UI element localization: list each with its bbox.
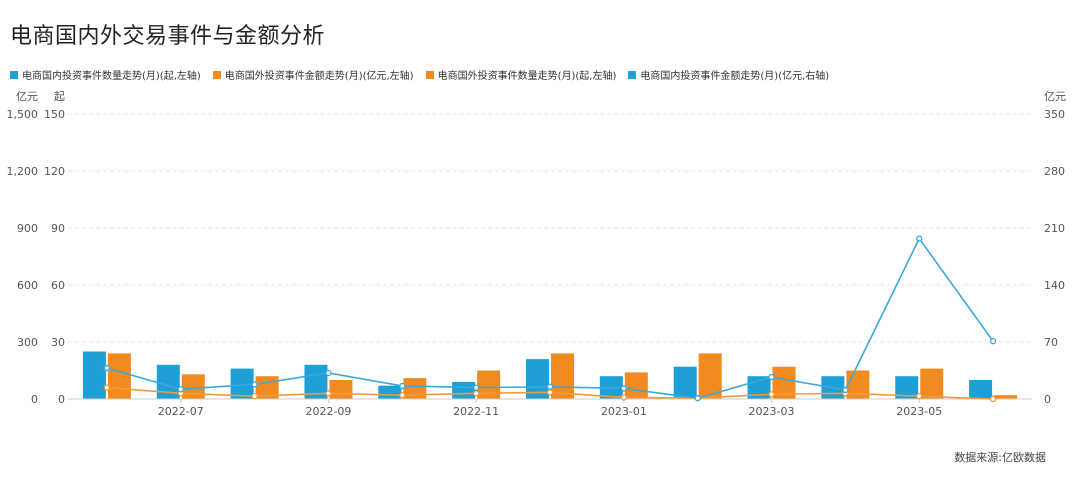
bar-foreign-count: [181, 374, 205, 399]
domestic-amount-point: [842, 386, 849, 394]
x-tick-label: 2023-03: [749, 405, 795, 418]
left-inner-tick-label: 150: [44, 108, 65, 121]
domestic-amount-point: [325, 369, 332, 377]
right-axis-unit: 亿元: [1044, 90, 1066, 103]
x-tick-label: 2022-11: [453, 405, 499, 418]
left-outer-tick-label: 1,500: [7, 108, 39, 121]
domestic-amount-point: [989, 338, 997, 345]
domestic-amount-point: [694, 395, 701, 402]
left-outer-tick-label: 600: [17, 279, 38, 292]
bar-domestic-count: [82, 351, 106, 399]
domestic-amount-point: [177, 386, 184, 393]
bar-foreign-count: [994, 395, 1018, 399]
domestic-amount-point: [916, 235, 923, 242]
right-tick-label: 140: [1044, 279, 1065, 292]
left-inner-tick-label: 60: [51, 279, 65, 292]
foreign-amount-point: [473, 390, 480, 397]
domestic-amount-point: [768, 373, 775, 381]
bar-foreign-count: [920, 368, 944, 399]
domestic-amount-point: [399, 382, 406, 390]
x-tick-label: 2023-01: [601, 405, 647, 418]
left-inner-tick-label: 90: [51, 222, 65, 235]
data-source-note: 数据来源:亿欧数据: [954, 451, 1046, 464]
x-tick-label: 2022-09: [305, 405, 351, 418]
left-inner-tick-label: 30: [51, 336, 65, 349]
right-tick-label: 350: [1044, 108, 1065, 121]
bar-domestic-count: [452, 381, 476, 399]
left-inner-tick-label: 120: [44, 165, 65, 178]
x-tick-label: 2022-07: [158, 405, 204, 418]
domestic-amount-point: [473, 384, 480, 391]
x-tick-label: 2023-05: [896, 405, 942, 418]
chart-canvas: 1,500 150 350 1,200 120 280 900 90 210 600 60 140 30…: [7, 90, 1067, 418]
left-outer-tick-label: 1,200: [7, 165, 39, 178]
left-inner-axis-unit: 起: [54, 90, 65, 103]
bar-foreign-count: [477, 370, 501, 399]
foreign-amount-point: [768, 391, 775, 398]
bar-domestic-count: [969, 380, 993, 399]
foreign-amount-point: [325, 390, 332, 397]
foreign-amount-point: [399, 392, 406, 399]
foreign-amount-point: [103, 384, 111, 391]
left-inner-tick-label: 0: [58, 393, 65, 406]
domestic-amount-point: [546, 383, 554, 390]
foreign-amount-point: [251, 392, 258, 400]
bar-domestic-count: [673, 366, 697, 399]
bar-foreign-count: [107, 353, 131, 399]
left-outer-tick-label: 300: [17, 336, 38, 349]
domestic-amount-point: [620, 385, 627, 392]
foreign-amount-point: [916, 392, 923, 400]
left-outer-tick-label: 900: [17, 222, 38, 235]
foreign-amount-point: [620, 394, 627, 401]
bar-domestic-count: [378, 385, 402, 399]
right-tick-label: 70: [1044, 336, 1058, 349]
bar-domestic-count: [230, 368, 254, 399]
domestic-amount-point: [103, 364, 111, 372]
bar-domestic-count: [156, 364, 180, 399]
bar-foreign-count: [329, 380, 353, 399]
left-outer-axis-unit: 亿元: [16, 90, 38, 103]
right-tick-label: 210: [1044, 222, 1065, 235]
right-tick-label: 280: [1044, 165, 1065, 178]
right-tick-label: 0: [1044, 393, 1051, 406]
left-outer-tick-label: 0: [31, 393, 38, 406]
domestic-amount-point: [251, 381, 258, 388]
foreign-amount-point: [989, 395, 997, 403]
foreign-amount-point: [546, 389, 554, 396]
bar-foreign-count: [624, 372, 648, 399]
